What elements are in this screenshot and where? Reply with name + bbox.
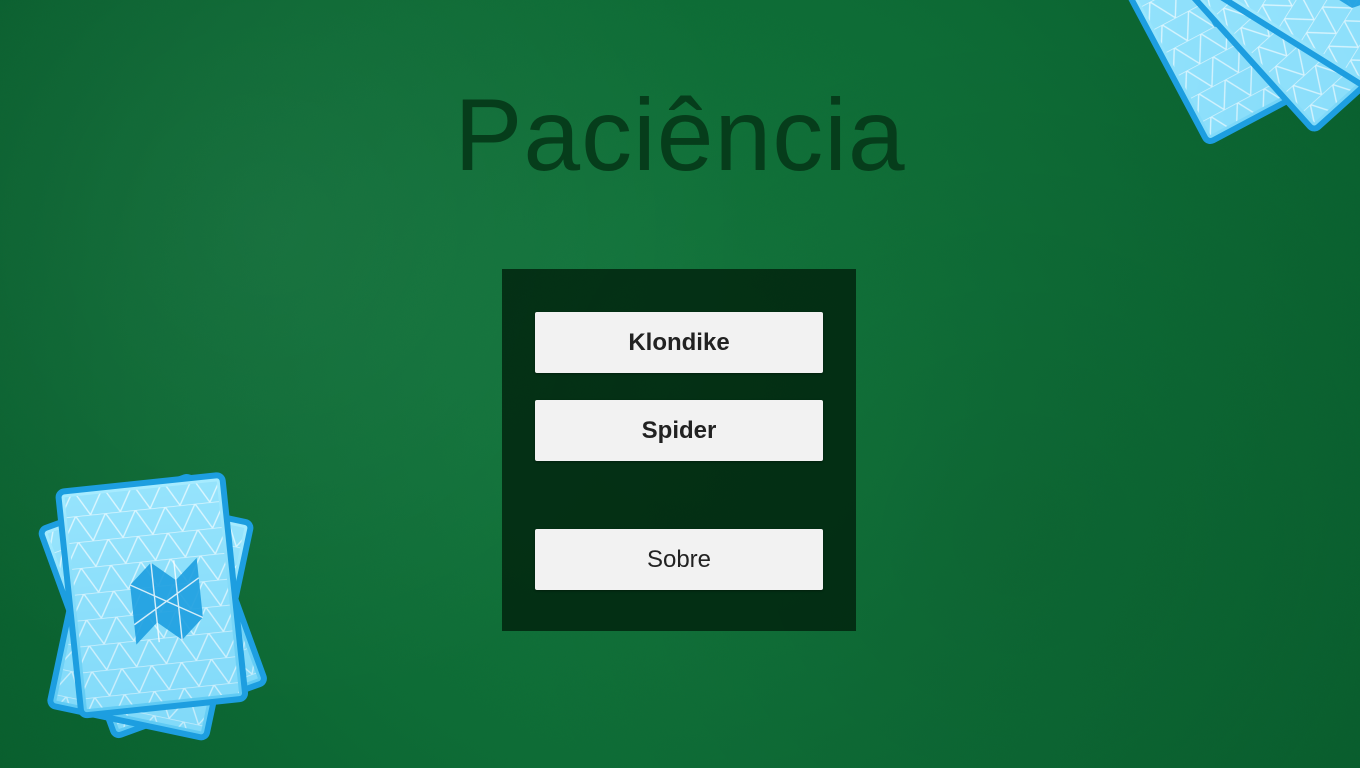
game-main-menu: { "title": "Paciência", "menu": { "klond… — [0, 0, 1360, 768]
card-deck-icon — [38, 472, 267, 741]
sobre-button[interactable]: Sobre — [535, 529, 823, 590]
spider-button[interactable]: Spider — [535, 400, 823, 461]
page-title: Paciência — [454, 78, 906, 192]
menu-panel: Klondike Spider Sobre — [502, 269, 856, 631]
klondike-button[interactable]: Klondike — [535, 312, 823, 373]
